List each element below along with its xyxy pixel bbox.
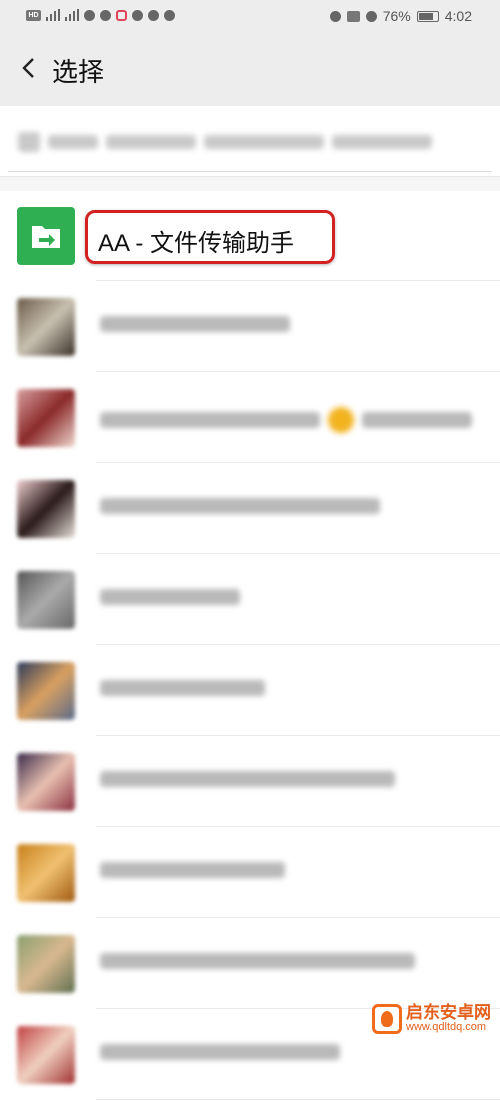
list-item[interactable]: [0, 463, 500, 554]
blurred-text: [332, 135, 432, 149]
avatar: [17, 571, 75, 629]
wifi-icon: [84, 9, 95, 21]
search-icon: [18, 132, 40, 152]
huawei-icon: [148, 9, 159, 21]
highlight-box: [85, 210, 335, 264]
blurred-name: [100, 862, 285, 878]
app-notification-icon-2: [116, 9, 127, 21]
signal-icon-1: [46, 9, 60, 21]
list-item[interactable]: [0, 736, 500, 827]
alarm-icon: [365, 10, 377, 22]
nfc-icon: [346, 10, 360, 22]
list-item[interactable]: [0, 918, 500, 1009]
eye-icon: [329, 10, 341, 22]
emoji-icon: [328, 407, 354, 433]
status-icons-right: 76% 4:02: [329, 8, 472, 24]
search-underline: [8, 171, 492, 172]
cloud-icon: [164, 9, 175, 21]
hd-icon: HD: [26, 9, 41, 21]
watermark-logo-icon: [372, 1004, 402, 1034]
watermark-text: 启东安卓网 www.qdltdq.com: [406, 1004, 491, 1033]
battery-percent: 76%: [382, 8, 411, 24]
file-transfer-avatar: [17, 207, 75, 265]
status-bar: HD 76% 4:02: [0, 0, 500, 34]
folder-arrow-icon: [32, 226, 60, 248]
back-arrow-icon[interactable]: [18, 56, 42, 80]
avatar: [17, 662, 75, 720]
blurred-text: [106, 135, 196, 149]
avatar: [17, 935, 75, 993]
chat-list: AA - 文件传输助手: [0, 190, 500, 1100]
signal-icon-2: [65, 9, 79, 21]
watermark-url: www.qdltdq.com: [406, 1021, 487, 1034]
app-notification-icon-3: [132, 9, 143, 21]
header-bar: 选择: [0, 34, 500, 106]
blurred-search-content: [18, 124, 458, 160]
list-item[interactable]: [0, 645, 500, 736]
blurred-name: [100, 771, 395, 787]
blurred-name: [100, 953, 415, 969]
watermark-name: 启东安卓网: [406, 1003, 491, 1023]
avatar: [17, 298, 75, 356]
blurred-text: [48, 135, 98, 149]
blurred-name: [100, 680, 265, 696]
avatar: [17, 753, 75, 811]
section-divider: [0, 176, 500, 191]
avatar: [17, 389, 75, 447]
list-item[interactable]: [0, 554, 500, 645]
blurred-name: [100, 1044, 340, 1060]
app-notification-icon: [100, 9, 111, 21]
list-item-file-transfer[interactable]: AA - 文件传输助手: [0, 190, 500, 281]
page-title: 选择: [52, 57, 105, 87]
avatar: [17, 480, 75, 538]
list-item[interactable]: [0, 281, 500, 372]
blurred-name: [100, 498, 380, 514]
blurred-name: [100, 316, 290, 332]
list-item[interactable]: [0, 372, 500, 463]
watermark: 启东安卓网 www.qdltdq.com: [372, 1004, 491, 1034]
blurred-name: [100, 407, 472, 433]
status-icons-left: HD: [26, 9, 175, 21]
avatar: [17, 1026, 75, 1084]
blurred-name: [100, 589, 240, 605]
avatar: [17, 844, 75, 902]
blurred-text: [204, 135, 324, 149]
search-bar[interactable]: [0, 106, 500, 176]
battery-icon: [416, 10, 439, 22]
list-item[interactable]: [0, 827, 500, 918]
clock: 4:02: [444, 8, 472, 24]
